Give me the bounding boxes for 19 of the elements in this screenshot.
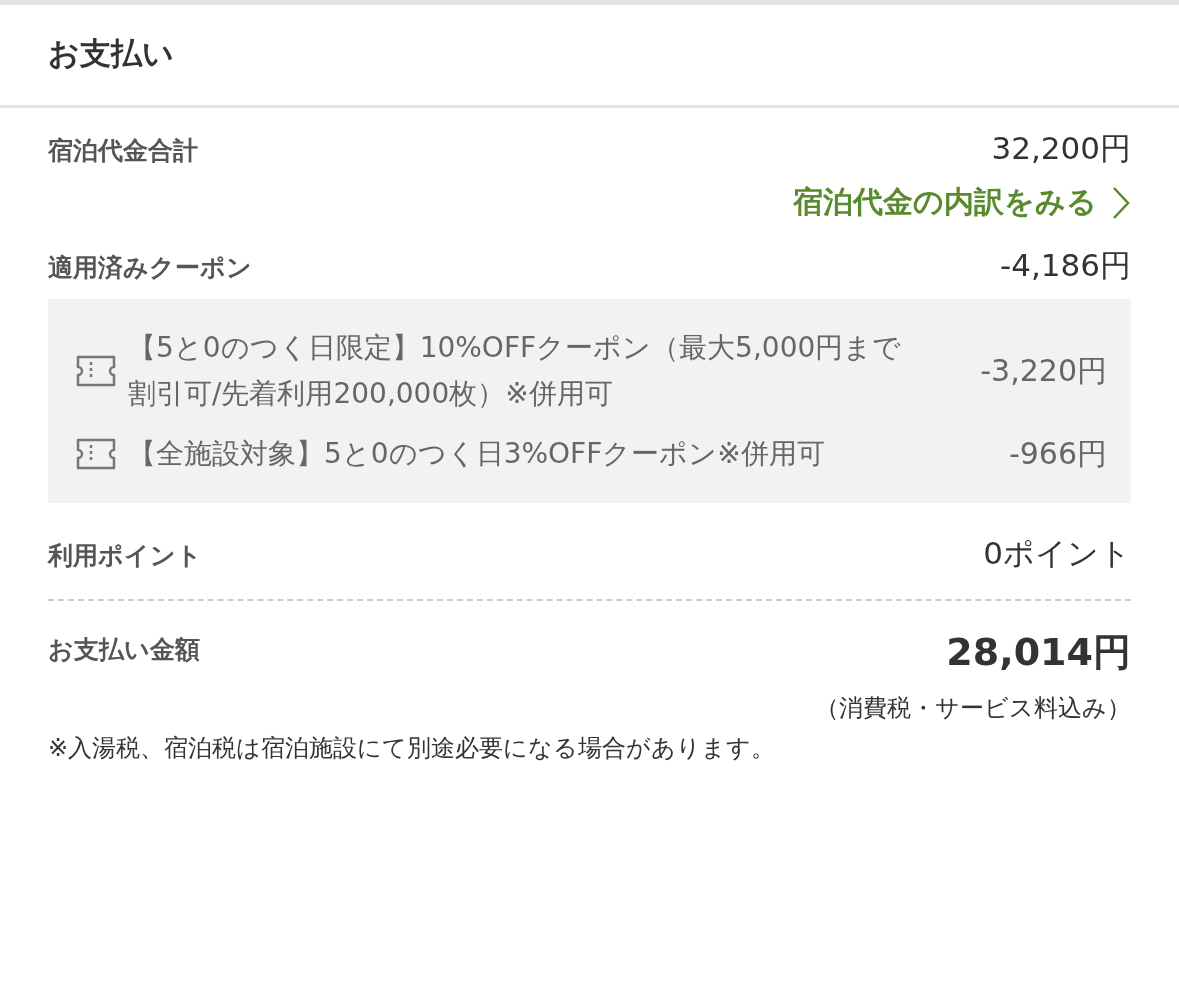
tax-note: （消費税・サービス料込み） <box>814 693 1131 724</box>
row-label: 利用ポイント <box>48 540 202 572</box>
row-value: 32,200円 <box>991 129 1131 168</box>
row-label: 適用済みクーポン <box>48 252 252 284</box>
row-label: お支払い金額 <box>48 634 200 666</box>
chevron-right-icon <box>1111 185 1131 220</box>
coupon-discount: -3,220円 <box>979 351 1107 390</box>
footnote: ※入湯税、宿泊税は宿泊施設にて別途必要になる場合があります。 <box>48 733 777 764</box>
coupon-discount: -966円 <box>1007 434 1107 473</box>
breakdown-link[interactable]: 宿泊代金の内訳をみる <box>793 182 1131 223</box>
coupon-name: 【5と0のつく日限定】10%OFFクーポン（最大5,000円まで割引可/先着利用200,000枚）※併用可 <box>128 330 903 412</box>
row-value: -4,186円 <box>1000 246 1131 285</box>
total-amount: 28,014円 <box>946 629 1131 676</box>
row-value: 0ポイント <box>983 534 1131 573</box>
row-label: 宿泊代金合計 <box>48 135 198 167</box>
ticket-icon <box>74 437 118 471</box>
section-title: お支払い <box>48 34 175 73</box>
ticket-icon <box>74 354 118 388</box>
coupon-name: 【全施設対象】5と0のつく日3%OFFクーポン※併用可 <box>128 436 826 472</box>
